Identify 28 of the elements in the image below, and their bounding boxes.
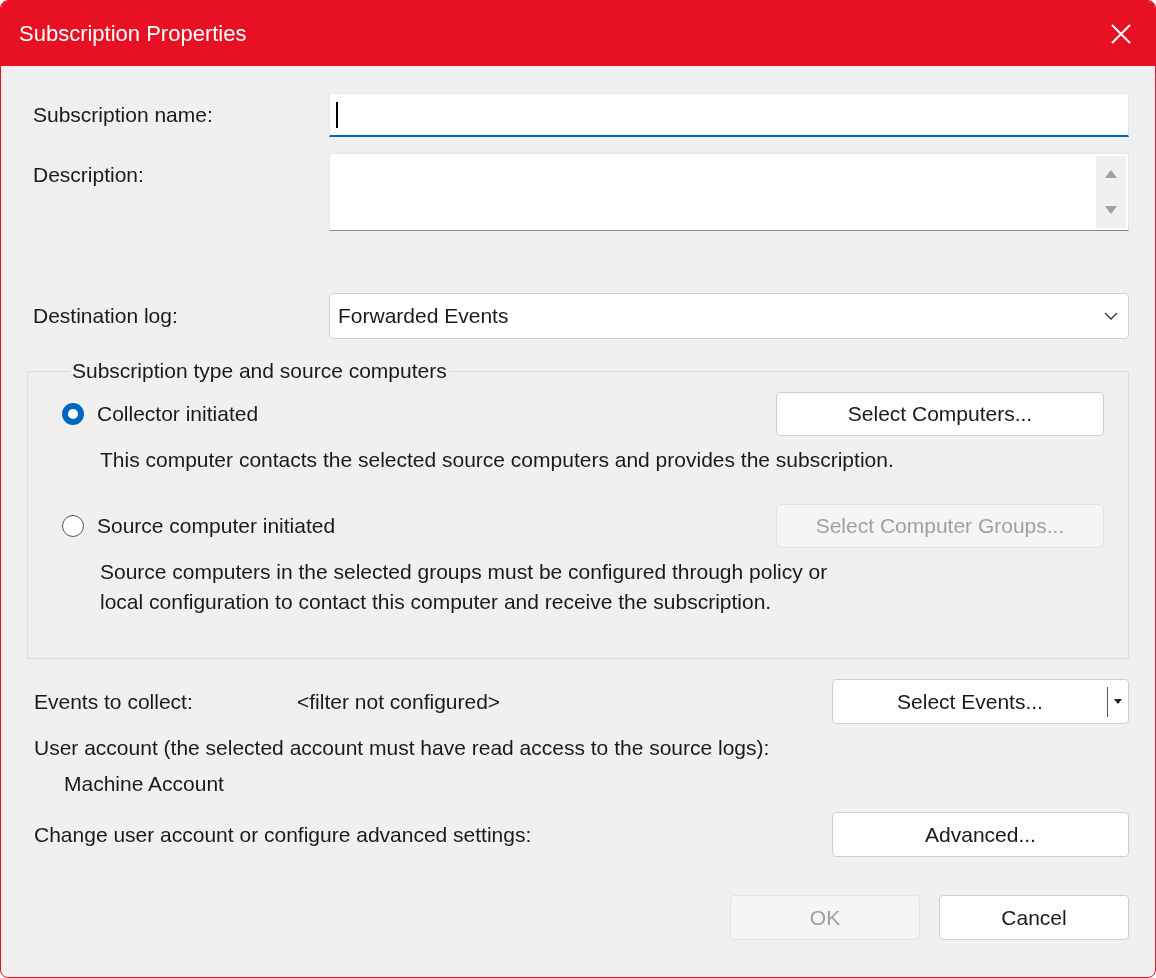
option-description: local configuration to contact this computer and receive the subscription.: [100, 589, 773, 615]
dialog-button[interactable]: Cancel: [939, 895, 1129, 940]
caret-icon: [1114, 699, 1122, 704]
close-icon[interactable]: [1111, 23, 1131, 44]
field-label: Destination log:: [32, 304, 179, 328]
select-events-button[interactable]: Select Events...: [832, 679, 1129, 724]
user-account-value: Machine Account: [63, 772, 225, 796]
radio-option[interactable]: Collector initiated: [62, 402, 259, 426]
group-title: Subscription type and source computers: [71, 359, 448, 383]
events-label: Events to collect:: [34, 689, 194, 714]
radio-button[interactable]: [62, 403, 84, 425]
text-cursor: [336, 101, 338, 128]
chevron-down-icon: [1104, 312, 1118, 320]
radio-button[interactable]: [62, 515, 84, 537]
option-description: This computer contacts the selected source computers and provides the subscription.: [100, 447, 895, 473]
filter-status: <filter not configured>: [297, 689, 502, 714]
destination-log-dropdown[interactable]: Forwarded Events: [329, 293, 1129, 339]
subscription-name-field[interactable]: [329, 93, 1129, 137]
field-label: Description:: [32, 162, 145, 187]
advanced-button[interactable]: Advanced...: [832, 812, 1129, 857]
select-button[interactable]: Select Computers...: [776, 392, 1104, 436]
radio-option[interactable]: Source computer initiated: [62, 514, 336, 538]
advanced-label: Change user account or configure advanced settings:: [34, 822, 532, 847]
user-account-label: User account (the selected account must have read access to the source logs):: [33, 736, 771, 760]
window-title: Subscription Properties: [19, 20, 247, 47]
option-description: Source computers in the selected groups must be configured through policy or: [100, 559, 829, 585]
field-label: Subscription name:: [32, 103, 214, 127]
description-field[interactable]: [329, 153, 1129, 231]
